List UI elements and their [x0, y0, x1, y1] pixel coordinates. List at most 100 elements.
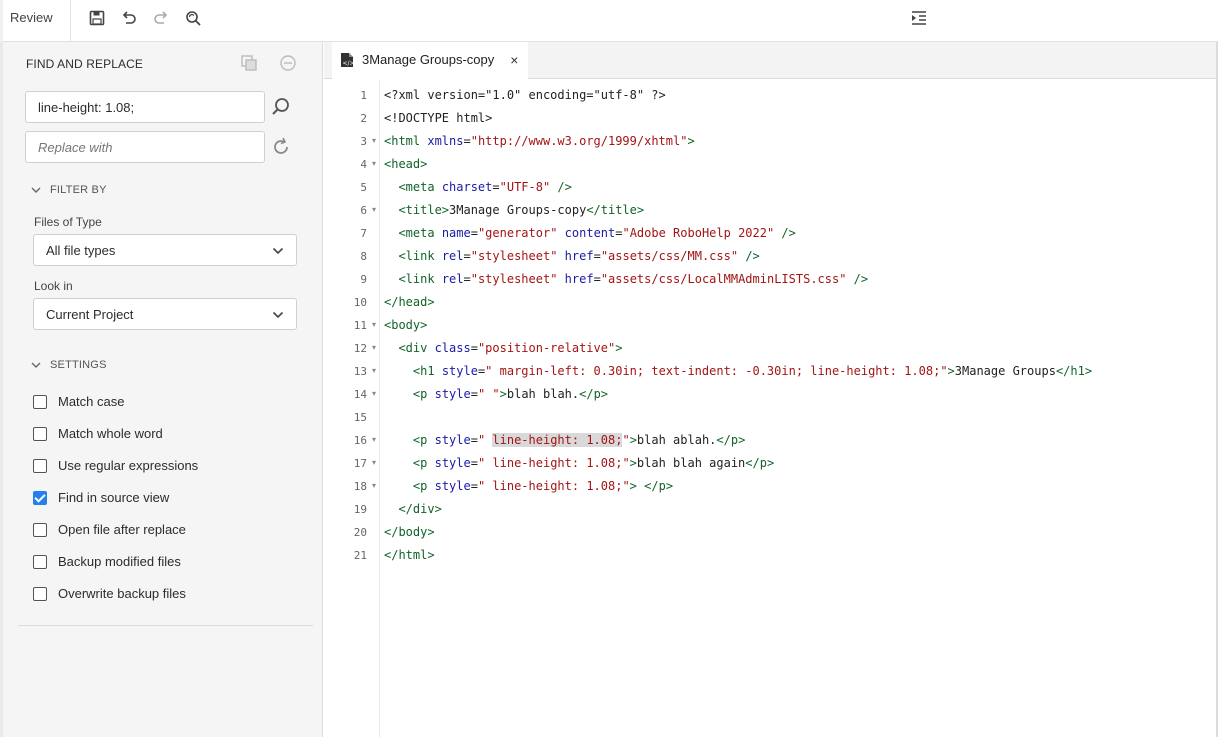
fold-toggle-icon[interactable]: ▾: [372, 458, 380, 467]
look-in-select[interactable]: Current Project: [33, 298, 297, 330]
tab-title: 3Manage Groups-copy: [362, 52, 495, 67]
undo-icon[interactable]: [119, 8, 139, 28]
fold-toggle-icon[interactable]: ▾: [372, 343, 380, 352]
code-line[interactable]: </div>: [384, 502, 441, 516]
option-find-in-source-view[interactable]: Find in source view: [33, 490, 169, 505]
search-icon[interactable]: [270, 96, 292, 118]
code-line[interactable]: <link rel="stylesheet" href="assets/css/…: [384, 272, 868, 286]
code-line[interactable]: </html>: [384, 548, 435, 562]
replace-icon[interactable]: [270, 136, 292, 158]
close-icon[interactable]: ×: [510, 52, 518, 68]
code-line[interactable]: <body>: [384, 318, 427, 332]
review-menu[interactable]: Review: [10, 10, 53, 25]
code-token: <p: [412, 456, 435, 470]
find-input[interactable]: line-height: 1.08;: [25, 91, 265, 123]
fold-toggle-icon[interactable]: ▾: [372, 481, 380, 490]
code-token: style: [434, 387, 471, 401]
code-token: "generator": [477, 226, 558, 240]
checkbox[interactable]: [33, 522, 47, 537]
files-of-type-select[interactable]: All file types: [33, 234, 297, 266]
checkbox[interactable]: [33, 490, 47, 505]
replace-input[interactable]: Replace with: [25, 131, 265, 163]
code-token: <div: [398, 341, 435, 355]
fold-toggle-icon[interactable]: ▾: [372, 159, 380, 168]
fold-toggle-icon[interactable]: ▾: [372, 136, 380, 145]
code-token: </body>: [384, 525, 435, 539]
fold-toggle-icon[interactable]: ▾: [372, 205, 380, 214]
code-line[interactable]: <link rel="stylesheet" href="assets/css/…: [384, 249, 760, 263]
settings-header[interactable]: SETTINGS: [30, 359, 107, 371]
chevron-down-icon: [31, 362, 41, 368]
option-overwrite-backup-files[interactable]: Overwrite backup files: [33, 586, 186, 601]
checkbox[interactable]: [33, 426, 47, 441]
code-line[interactable]: <html xmlns="http://www.w3.org/1999/xhtm…: [384, 134, 695, 148]
checkbox[interactable]: [33, 586, 47, 601]
code-token: "assets/css/MM.css": [600, 249, 739, 263]
code-token: "position-relative": [477, 341, 616, 355]
collapse-panel-icon[interactable]: [909, 8, 929, 28]
code-line[interactable]: <p style=" line-height: 1.08;">blah blah…: [384, 456, 774, 470]
code-token: "http://www.w3.org/1999/xhtml": [470, 134, 688, 148]
code-line[interactable]: </body>: [384, 525, 435, 539]
line-number: 14: [353, 388, 367, 401]
code-token: href: [564, 272, 594, 286]
code-token: =: [470, 226, 478, 240]
option-open-file-after-replace[interactable]: Open file after replace: [33, 522, 186, 537]
code-line[interactable]: <h1 style=" margin-left: 0.30in; text-in…: [384, 364, 1092, 378]
option-backup-modified-files[interactable]: Backup modified files: [33, 554, 181, 569]
save-icon[interactable]: [87, 8, 107, 28]
checkbox[interactable]: [33, 458, 47, 473]
line-number: 4: [360, 158, 367, 171]
code-line[interactable]: <p style=" line-height: 1.08;">blah abla…: [384, 433, 745, 447]
filter-by-header[interactable]: FILTER BY: [30, 184, 107, 196]
remove-icon[interactable]: [279, 54, 297, 72]
option-match-whole-word[interactable]: Match whole word: [33, 426, 163, 441]
chevron-down-icon: [31, 187, 41, 193]
checkbox[interactable]: [33, 394, 47, 409]
code-line[interactable]: <div class="position-relative">: [384, 341, 622, 355]
option-label: Use regular expressions: [58, 458, 199, 473]
tab-3manage-groups-copy[interactable]: </> 3Manage Groups-copy ×: [332, 42, 529, 79]
code-token: <meta: [398, 180, 442, 194]
code-line[interactable]: <meta charset="UTF-8" />: [384, 180, 571, 194]
code-line[interactable]: <?xml version="1.0" encoding="utf-8" ?>: [384, 88, 666, 102]
fold-toggle-icon[interactable]: ▾: [372, 366, 380, 375]
replace-all-icon[interactable]: [240, 54, 258, 72]
chevron-down-icon: [272, 311, 284, 319]
line-number: 9: [360, 273, 367, 286]
code-line[interactable]: <!DOCTYPE html>: [384, 111, 492, 125]
option-use-regular-expressions[interactable]: Use regular expressions: [33, 458, 198, 473]
line-number: 3: [360, 135, 367, 148]
option-match-case[interactable]: Match case: [33, 394, 124, 409]
code-token: </p>: [716, 433, 746, 447]
code-line[interactable]: <head>: [384, 157, 427, 171]
code-token: blah ablah.: [636, 433, 717, 447]
code-token: class: [434, 341, 471, 355]
code-token: />: [738, 249, 760, 263]
redo-icon[interactable]: [151, 8, 171, 28]
code-token: charset: [441, 180, 493, 194]
code-token: =: [470, 433, 478, 447]
fold-toggle-icon[interactable]: ▾: [372, 389, 380, 398]
checkbox[interactable]: [33, 554, 47, 569]
line-number: 13: [353, 365, 367, 378]
code-editor[interactable]: [381, 80, 1218, 737]
line-number: 12: [353, 342, 367, 355]
code-line[interactable]: <p style=" ">blah blah.</p>: [384, 387, 608, 401]
line-number: 17: [353, 457, 367, 470]
code-token: content: [564, 226, 616, 240]
code-token: >: [629, 433, 637, 447]
option-label: Match case: [58, 394, 125, 409]
code-line[interactable]: </head>: [384, 295, 435, 309]
find-replace-icon[interactable]: [183, 8, 203, 28]
fold-toggle-icon[interactable]: ▾: [372, 435, 380, 444]
code-token: <p: [412, 479, 435, 493]
code-line[interactable]: <title>3Manage Groups-copy</title>: [384, 203, 644, 217]
panel-edge: [0, 42, 3, 737]
fold-toggle-icon[interactable]: ▾: [372, 320, 380, 329]
code-line[interactable]: <meta name="generator" content="Adobe Ro…: [384, 226, 795, 240]
code-line[interactable]: <p style=" line-height: 1.08;"> </p>: [384, 479, 673, 493]
code-token: " line-height: 1.08;": [477, 479, 630, 493]
